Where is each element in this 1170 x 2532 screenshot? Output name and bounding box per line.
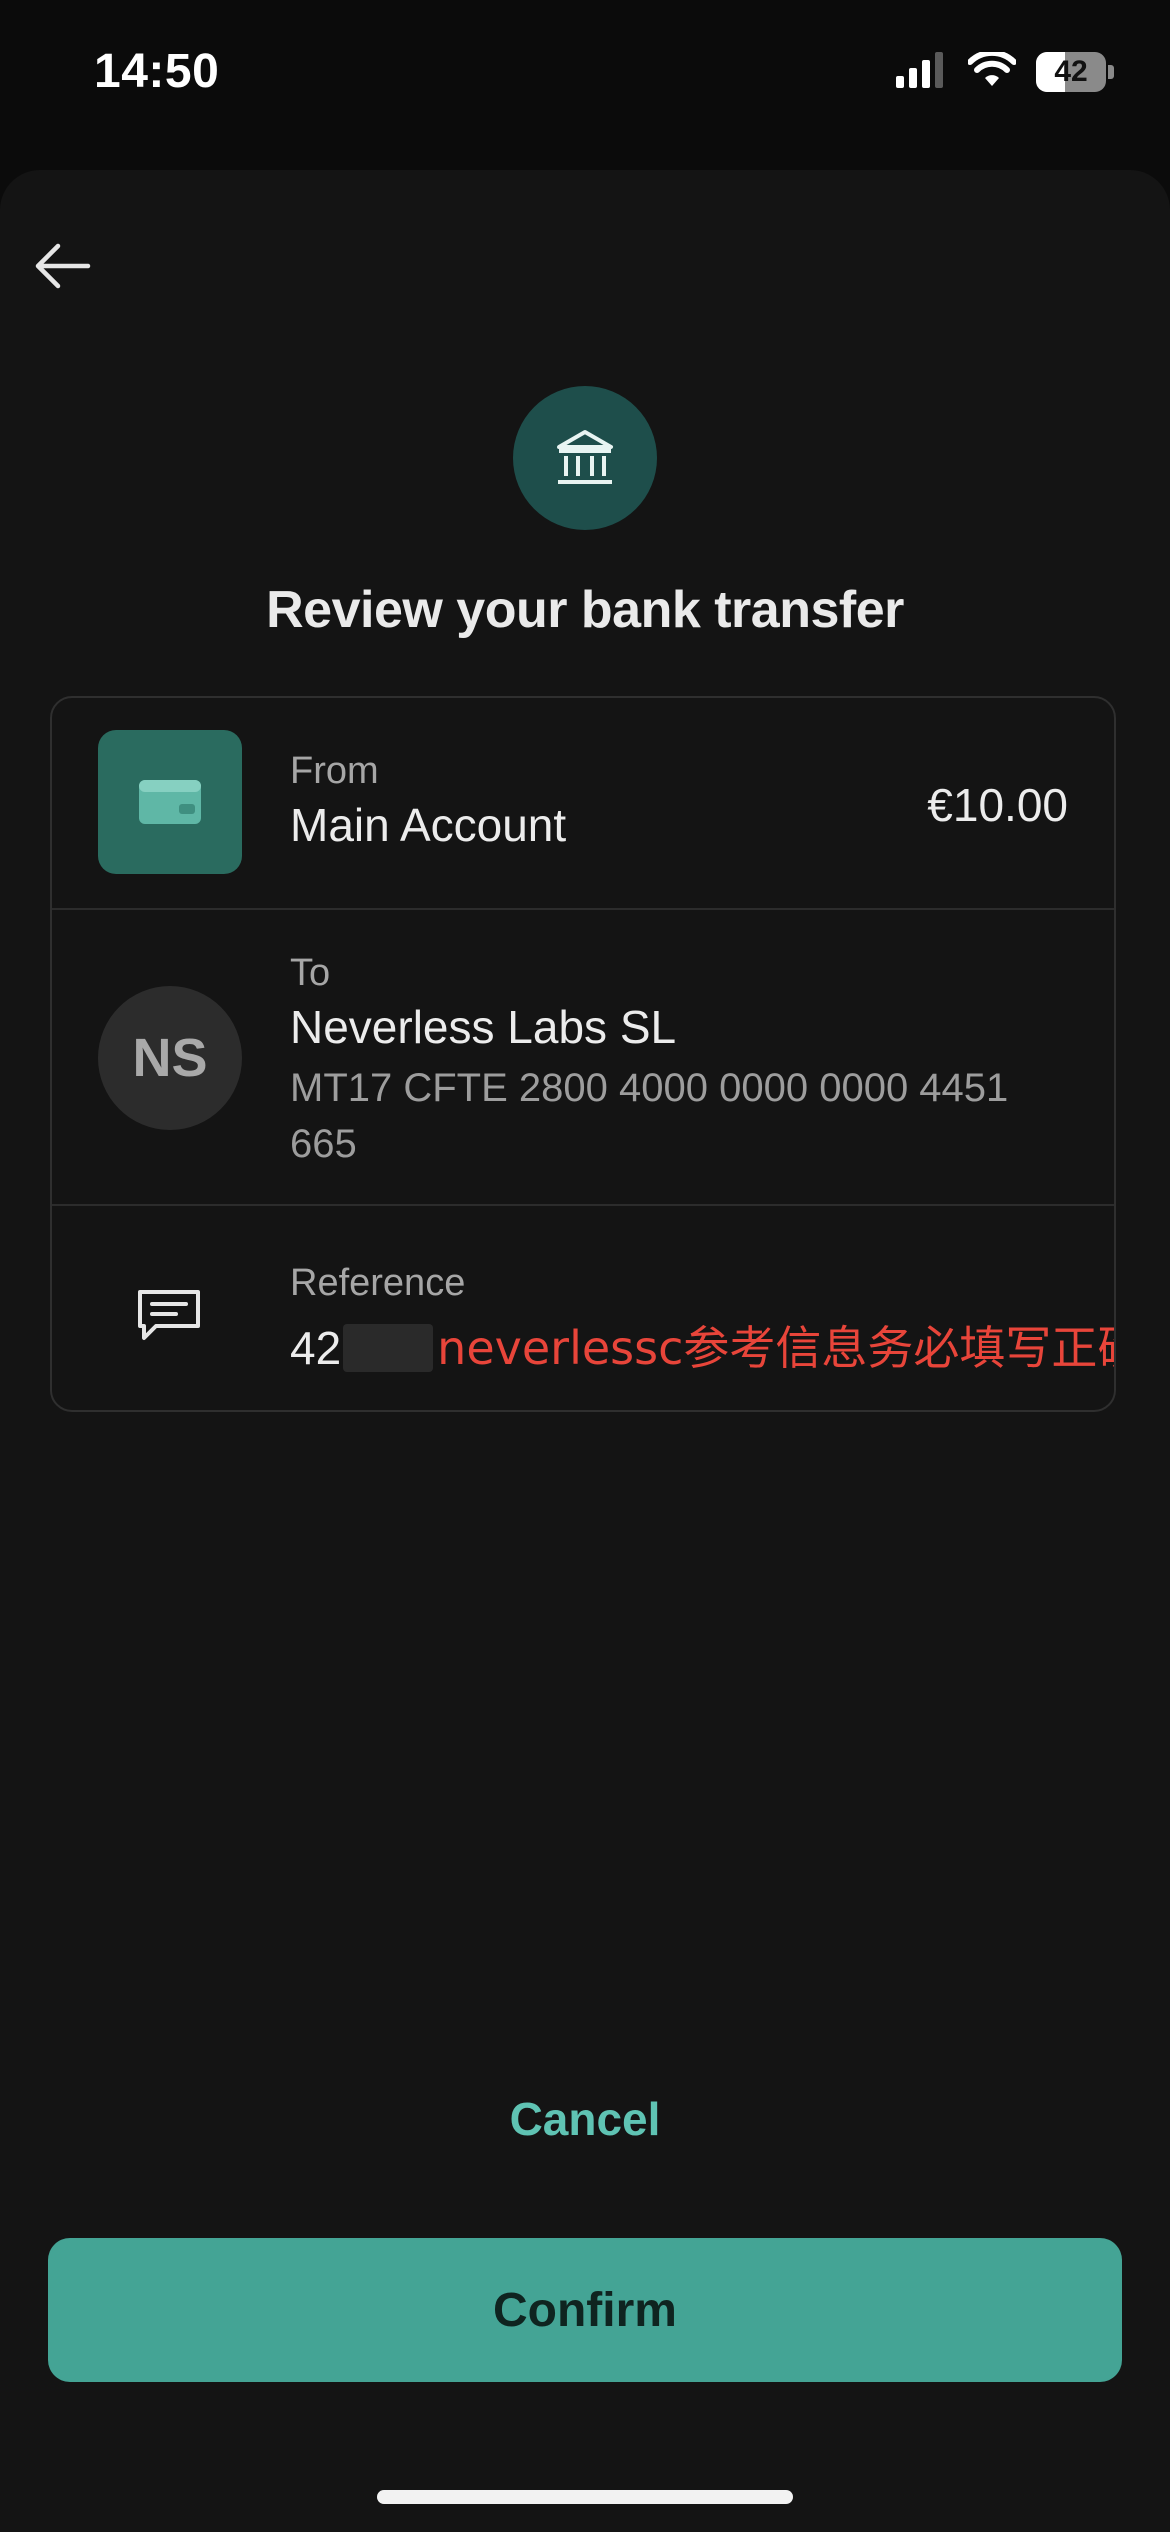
transfer-amount: €10.00 bbox=[927, 779, 1068, 831]
to-row: NS To Neverless Labs SL MT17 CFTE 2800 4… bbox=[52, 908, 1114, 1204]
reference-note: neverlessc参考信息务必填写正确 bbox=[437, 1321, 1116, 1375]
message-icon bbox=[138, 1290, 200, 1340]
page-title: Review your bank transfer bbox=[266, 581, 904, 639]
home-indicator bbox=[377, 2490, 793, 2504]
reference-prefix: 42 bbox=[290, 1322, 342, 1374]
recipient-name: Neverless Labs SL bbox=[290, 1001, 677, 1053]
recipient-iban: MT17 CFTE 2800 4000 0000 0000 4451 665 bbox=[290, 1066, 1009, 1166]
wifi-icon bbox=[967, 49, 1017, 93]
wallet-tile bbox=[98, 730, 242, 874]
battery-icon: 42 bbox=[1036, 52, 1114, 92]
from-row: From Main Account €10.00 bbox=[52, 698, 1114, 908]
recipient-avatar: NS bbox=[98, 986, 242, 1130]
reference-label: Reference bbox=[290, 1262, 466, 1304]
transfer-details-card: From Main Account €10.00 NS To Neverless… bbox=[50, 696, 1116, 1412]
bank-badge bbox=[513, 386, 657, 530]
transfer-review-sheet: Review your bank transfer From Main Acco… bbox=[0, 170, 1170, 2532]
signal-icon bbox=[896, 51, 948, 93]
from-label: From bbox=[290, 750, 379, 792]
status-bar: 14:50 42 bbox=[0, 0, 1170, 150]
reference-row: Reference 42 neverlessc参考信息务必填写正确 bbox=[52, 1204, 1116, 1410]
to-label: To bbox=[290, 952, 331, 994]
confirm-button[interactable]: Confirm bbox=[48, 2238, 1122, 2382]
status-icons: 42 bbox=[896, 49, 1114, 94]
wallet-icon bbox=[139, 780, 201, 824]
reference-value: 42 neverlessc参考信息务必填写正确 bbox=[290, 1312, 1116, 1378]
cancel-button[interactable]: Cancel bbox=[0, 2092, 1170, 2146]
reference-redaction bbox=[343, 1324, 434, 1372]
arrow-left-icon bbox=[35, 243, 91, 289]
back-button[interactable] bbox=[24, 228, 100, 304]
from-account: Main Account bbox=[290, 799, 567, 851]
battery-level: 42 bbox=[1054, 55, 1088, 88]
status-time: 14:50 bbox=[94, 45, 220, 98]
bank-icon bbox=[557, 430, 613, 484]
